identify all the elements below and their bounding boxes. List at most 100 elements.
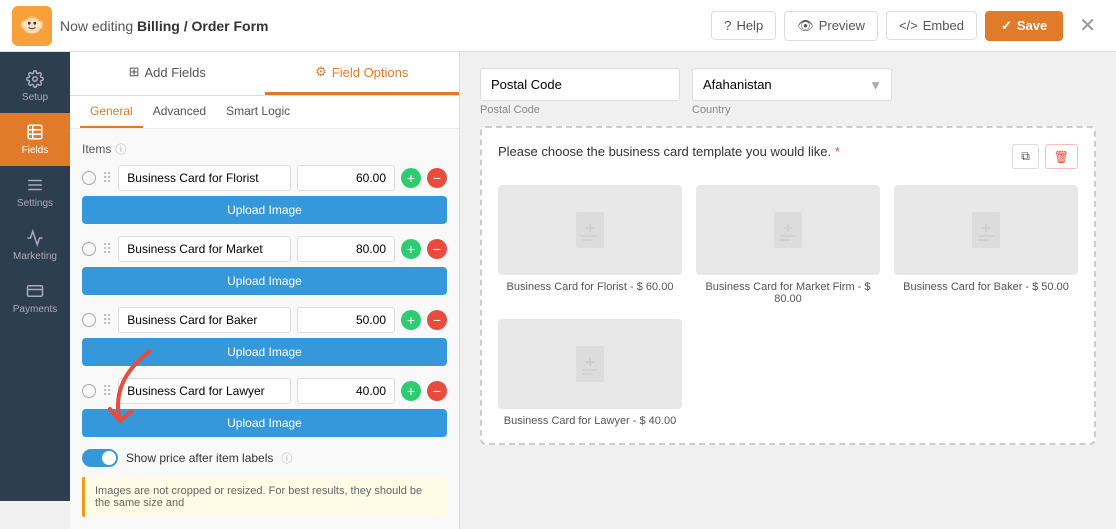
price-input-2[interactable] bbox=[297, 307, 395, 333]
remove-item-button-3[interactable]: − bbox=[427, 381, 447, 401]
upload-image-button-3[interactable]: Upload Image bbox=[82, 409, 447, 437]
cards-grid: Business Card for Florist - $ 60.00 Busi… bbox=[498, 185, 1078, 305]
sub-tab-smart-logic[interactable]: Smart Logic bbox=[216, 96, 300, 128]
sidebar-item-payments[interactable]: Payments bbox=[0, 272, 70, 325]
remove-item-button-2[interactable]: − bbox=[427, 310, 447, 330]
empty-card-2 bbox=[894, 319, 1078, 427]
sidebar-item-label: Setup bbox=[22, 92, 48, 103]
sliders-icon: ⚙ bbox=[315, 64, 327, 80]
upload-image-button-0[interactable]: Upload Image bbox=[82, 196, 447, 224]
add-item-button-0[interactable]: + bbox=[401, 168, 421, 188]
card-label-2: Business Card for Baker - $ 50.00 bbox=[903, 281, 1069, 293]
card-item-3: Business Card for Lawyer - $ 40.00 bbox=[498, 319, 682, 427]
grid-icon: ⊞ bbox=[129, 64, 140, 80]
card-label-3: Business Card for Lawyer - $ 40.00 bbox=[504, 415, 676, 427]
toggle-label: Show price after item labels bbox=[126, 451, 273, 465]
choices-header: Please choose the business card template… bbox=[498, 144, 1078, 173]
embed-button[interactable]: </> Embed bbox=[886, 11, 977, 40]
sidebar-item-label: Marketing bbox=[13, 251, 57, 262]
help-button[interactable]: ? Help bbox=[711, 11, 776, 40]
toggle-help-icon: ⓘ bbox=[281, 450, 292, 466]
price-input-3[interactable] bbox=[297, 378, 395, 404]
radio-0[interactable] bbox=[82, 171, 96, 185]
duplicate-button[interactable]: ⧉ bbox=[1012, 144, 1039, 169]
drag-handle-2[interactable]: ⠿ bbox=[102, 312, 112, 329]
show-price-toggle[interactable] bbox=[82, 449, 118, 467]
country-label: Country bbox=[692, 104, 892, 116]
field-name-input-1[interactable] bbox=[118, 236, 291, 262]
field-options-panel: ⊞ Add Fields ⚙ Field Options General Adv… bbox=[70, 52, 460, 529]
card-label-1: Business Card for Market Firm - $ 80.00 bbox=[696, 281, 880, 305]
main-layout: Setup Fields Settings Marketing Payments bbox=[0, 52, 1116, 501]
country-group: Afahanistan ▼ Country bbox=[692, 68, 892, 116]
field-row-3: ⠿ + − Upload Image bbox=[82, 378, 447, 437]
app-logo bbox=[12, 6, 52, 46]
sidebar-item-settings[interactable]: Settings bbox=[0, 166, 70, 219]
card-image-2 bbox=[894, 185, 1078, 275]
field-name-input-0[interactable] bbox=[118, 165, 291, 191]
code-icon: </> bbox=[899, 18, 918, 33]
drag-handle-0[interactable]: ⠿ bbox=[102, 170, 112, 187]
content-area: Postal Code Afahanistan ▼ Country Please… bbox=[460, 52, 1116, 501]
check-icon: ✓ bbox=[1001, 18, 1012, 34]
sub-tab-general[interactable]: General bbox=[80, 96, 143, 128]
price-input-1[interactable] bbox=[297, 236, 395, 262]
remove-item-button-1[interactable]: − bbox=[427, 239, 447, 259]
tab-add-fields[interactable]: ⊞ Add Fields bbox=[70, 52, 265, 95]
add-item-button-3[interactable]: + bbox=[401, 381, 421, 401]
preview-button[interactable]: 👁 Preview bbox=[784, 11, 878, 41]
sidebar-item-setup[interactable]: Setup bbox=[0, 60, 70, 113]
sidebar-item-label: Payments bbox=[13, 304, 57, 315]
drag-handle-1[interactable]: ⠿ bbox=[102, 241, 112, 258]
card-image-1 bbox=[696, 185, 880, 275]
remove-item-button-0[interactable]: − bbox=[427, 168, 447, 188]
save-button[interactable]: ✓ Save bbox=[985, 11, 1063, 41]
choices-question: Please choose the business card template… bbox=[498, 144, 840, 159]
choices-box: Please choose the business card template… bbox=[480, 126, 1096, 445]
card-image-0 bbox=[498, 185, 682, 275]
topbar-actions: ? Help 👁 Preview </> Embed ✓ Save ✕ bbox=[711, 9, 1104, 42]
required-asterisk: * bbox=[835, 144, 840, 159]
postal-code-label: Postal Code bbox=[480, 104, 680, 116]
address-row: Postal Code Afahanistan ▼ Country bbox=[480, 68, 1096, 116]
sidebar-item-label: Settings bbox=[17, 198, 53, 209]
price-input-0[interactable] bbox=[297, 165, 395, 191]
upload-image-button-1[interactable]: Upload Image bbox=[82, 267, 447, 295]
sidebar-item-fields[interactable]: Fields bbox=[0, 113, 70, 166]
postal-code-group: Postal Code bbox=[480, 68, 680, 116]
card-label-0: Business Card for Florist - $ 60.00 bbox=[507, 281, 674, 293]
radio-1[interactable] bbox=[82, 242, 96, 256]
postal-code-input[interactable] bbox=[480, 68, 680, 101]
field-row-1: ⠿ + − Upload Image bbox=[82, 236, 447, 295]
add-item-button-2[interactable]: + bbox=[401, 310, 421, 330]
card-item-1: Business Card for Market Firm - $ 80.00 bbox=[696, 185, 880, 305]
close-button[interactable]: ✕ bbox=[1071, 9, 1104, 42]
field-row-0: ⠿ + − Upload Image bbox=[82, 165, 447, 224]
field-row-2: ⠿ + − Upload Image bbox=[82, 307, 447, 366]
field-name-input-2[interactable] bbox=[118, 307, 291, 333]
info-box: Images are not cropped or resized. For b… bbox=[82, 477, 447, 517]
tab-field-options[interactable]: ⚙ Field Options bbox=[265, 52, 460, 95]
toggle-row: Show price after item labels ⓘ bbox=[82, 449, 447, 467]
field-name-input-3[interactable] bbox=[118, 378, 291, 404]
card-item-2: Business Card for Baker - $ 50.00 bbox=[894, 185, 1078, 305]
upload-image-button-2[interactable]: Upload Image bbox=[82, 338, 447, 366]
radio-3[interactable] bbox=[82, 384, 96, 398]
sidebar-item-label: Fields bbox=[22, 145, 49, 156]
items-label: Items ⓘ bbox=[82, 141, 447, 157]
help-icon: ? bbox=[724, 18, 731, 33]
drag-handle-3[interactable]: ⠿ bbox=[102, 383, 112, 400]
panel-body: Items ⓘ ⠿ + − Upload Image bbox=[70, 129, 459, 529]
radio-2[interactable] bbox=[82, 313, 96, 327]
help-icon: ⓘ bbox=[115, 141, 126, 157]
eye-icon: 👁 bbox=[797, 18, 814, 34]
topbar: Now editing Billing / Order Form ? Help … bbox=[0, 0, 1116, 52]
sub-tab-advanced[interactable]: Advanced bbox=[143, 96, 216, 128]
empty-card-1 bbox=[696, 319, 880, 427]
country-select[interactable]: Afahanistan bbox=[692, 68, 892, 101]
panel-sub-tabs: General Advanced Smart Logic bbox=[70, 96, 459, 129]
sidebar-item-marketing[interactable]: Marketing bbox=[0, 219, 70, 272]
delete-button[interactable]: 🗑 bbox=[1045, 144, 1078, 169]
page-title: Now editing Billing / Order Form bbox=[60, 18, 703, 34]
add-item-button-1[interactable]: + bbox=[401, 239, 421, 259]
